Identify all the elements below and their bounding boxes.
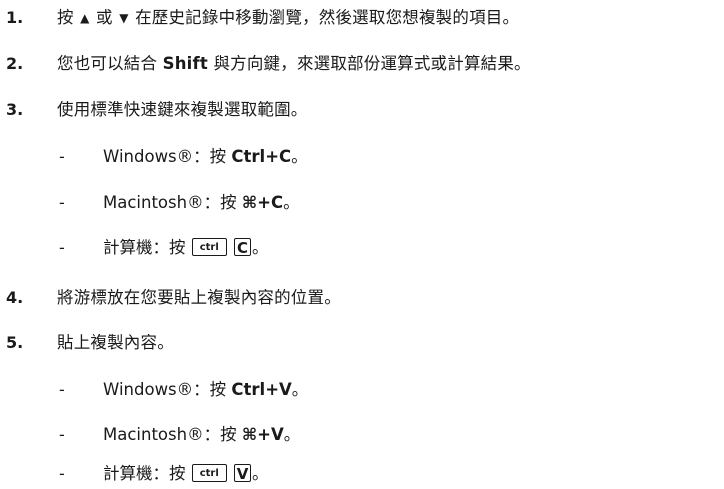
substep-prefix: 計算機：按: [103, 238, 191, 257]
step-number: 3.: [6, 100, 24, 119]
shortcut-label: Ctrl+C: [231, 147, 292, 166]
substep-prefix: 計算機：按: [103, 464, 191, 483]
step-text: 您也可以結合 Shift 與方向鍵，來選取部份運算式或計算結果。: [57, 52, 531, 76]
substep-suffix: 。: [291, 380, 309, 399]
step-text-part: 與方向鍵，來選取部份運算式或計算結果。: [208, 54, 531, 73]
bullet-dash: -: [59, 193, 65, 212]
substep-suffix: 。: [252, 464, 269, 483]
substep-prefix: Macintosh®：按: [103, 425, 242, 444]
ctrl-key-icon: ctrl: [191, 463, 227, 482]
shortcut-label: ⌘+C: [241, 193, 284, 212]
substep-prefix: Windows®：按: [103, 147, 232, 166]
substep-text: Macintosh®：按 ⌘+V。: [103, 423, 300, 447]
bullet-dash: -: [59, 380, 65, 399]
bullet-dash: -: [59, 147, 65, 166]
c-key-icon: C: [234, 237, 251, 257]
shortcut-label: Ctrl+V: [231, 380, 292, 399]
step-number: 5.: [6, 333, 24, 352]
step-number: 1.: [6, 8, 24, 27]
shift-key-label: Shift: [162, 54, 209, 73]
v-key-icon: V: [234, 463, 251, 483]
down-arrow-icon: ▼: [119, 11, 129, 25]
step-text: 將游標放在您要貼上複製內容的位置。: [57, 288, 341, 307]
up-arrow-icon: ▲: [80, 11, 90, 25]
substep-text: Windows®：按 Ctrl+C。: [103, 145, 308, 169]
substep-suffix: 。: [291, 147, 308, 166]
substep-text: 計算機：按 ctrl V。: [103, 462, 269, 486]
shortcut-label: ⌘+V: [241, 425, 284, 444]
substep-prefix: Windows®：按: [103, 380, 232, 399]
substep-suffix: 。: [283, 425, 301, 444]
step-text: 按 ▲ 或 ▼ 在歷史記錄中移動瀏覽，然後選取您想複製的項目。: [57, 6, 519, 31]
substep-suffix: 。: [283, 193, 300, 212]
substep-suffix: 。: [252, 238, 269, 257]
step-text-part: 按: [57, 8, 80, 27]
step-text-part: 或: [90, 8, 119, 27]
bullet-dash: -: [59, 425, 65, 444]
instruction-list: 1. 按 ▲ 或 ▼ 在歷史記錄中移動瀏覽，然後選取您想複製的項目。 2. 您也…: [0, 0, 724, 489]
bullet-dash: -: [59, 238, 65, 257]
step-text: 貼上複製內容。: [57, 333, 174, 352]
step-number: 4.: [6, 288, 24, 307]
substep-text: Windows®：按 Ctrl+V。: [103, 378, 308, 402]
step-number: 2.: [6, 54, 24, 73]
bullet-dash: -: [59, 464, 65, 483]
ctrl-key-icon: ctrl: [191, 237, 227, 256]
substep-text: 計算機：按 ctrl C。: [103, 236, 269, 260]
step-text-part: 您也可以結合: [57, 54, 163, 73]
step-text-part: 在歷史記錄中移動瀏覽，然後選取您想複製的項目。: [129, 8, 520, 27]
substep-prefix: Macintosh®：按: [103, 193, 242, 212]
step-text: 使用標準快速鍵來複製選取範圍。: [57, 100, 308, 119]
substep-text: Macintosh®：按 ⌘+C。: [103, 191, 300, 215]
